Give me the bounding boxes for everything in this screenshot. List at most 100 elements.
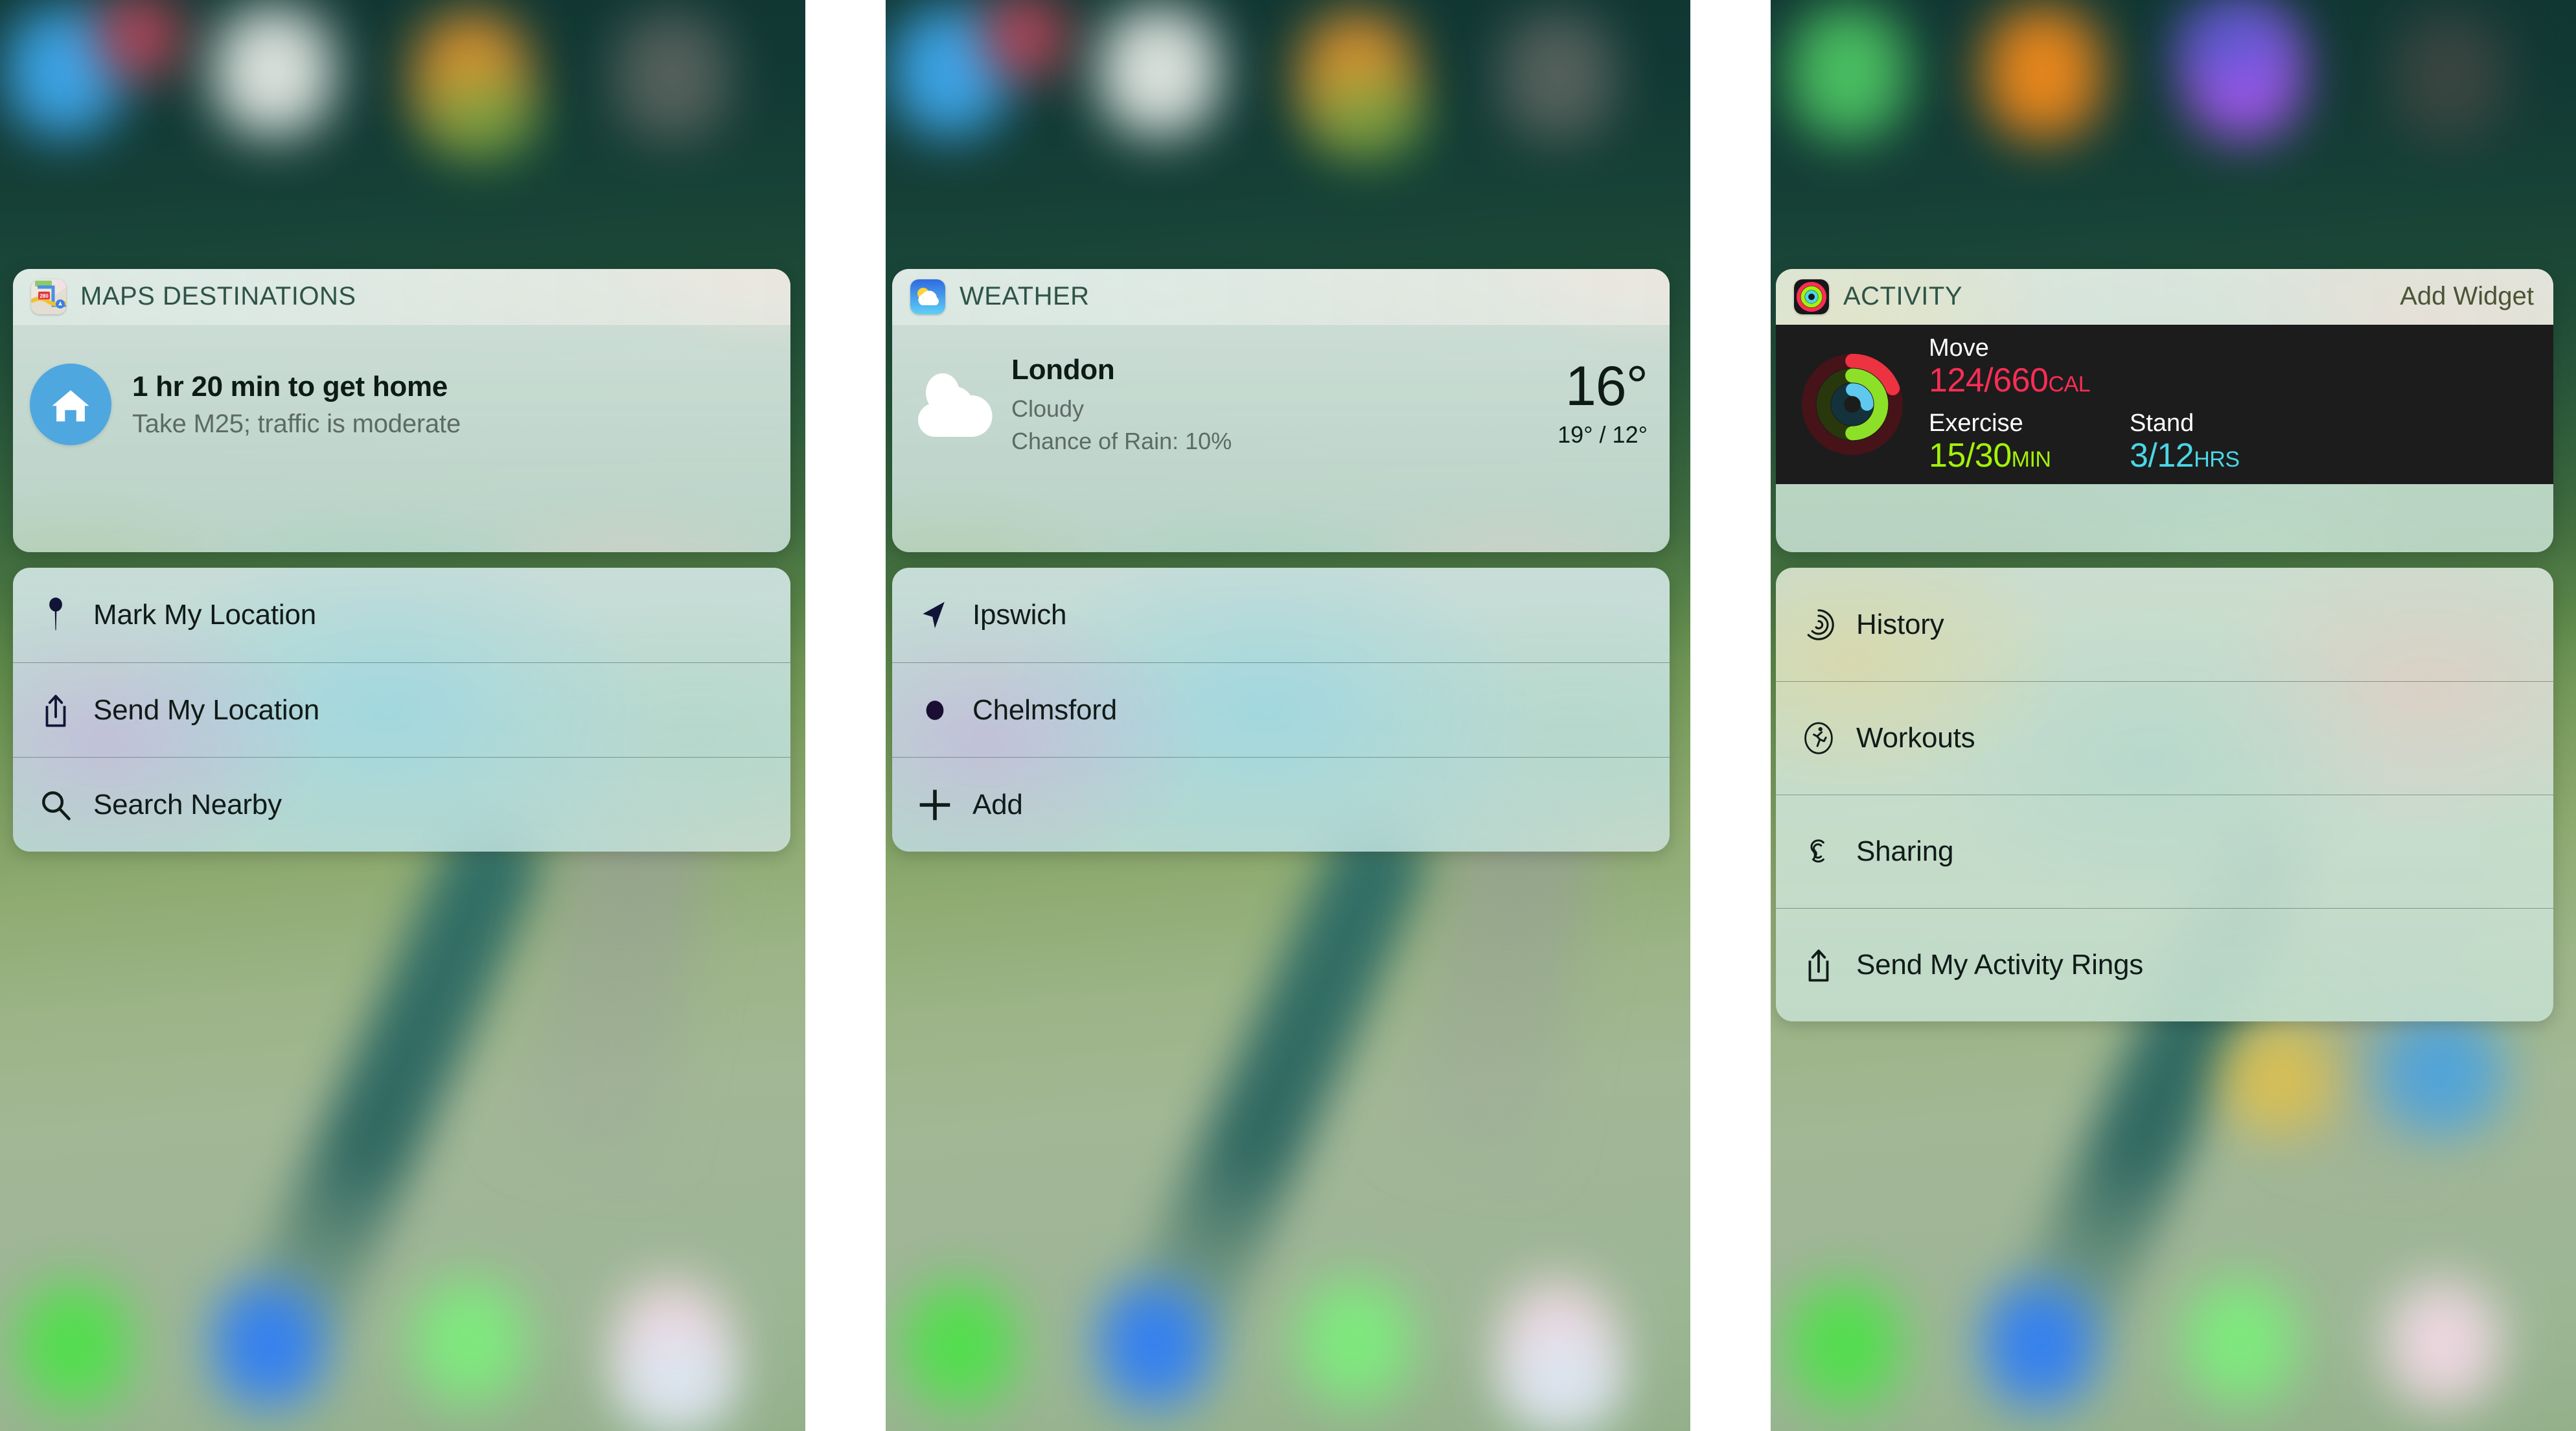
add-widget-button[interactable]: Add Widget: [2400, 282, 2534, 311]
activity-widget-card[interactable]: ACTIVITY Add Widget Move 124/660CAL Exer…: [1776, 269, 2553, 552]
action-item-ipswich[interactable]: Ipswich: [892, 568, 1670, 662]
location-arrow-icon: [912, 598, 958, 632]
blurred-dock-icon: [2386, 1280, 2500, 1406]
activity-exercise-number: 15/30: [1929, 437, 2012, 474]
sharing-icon: [1795, 835, 1842, 868]
activity-exercise-block: Exercise 15/30MIN: [1929, 410, 2130, 474]
blurred-app-icon: [97, 0, 181, 78]
blurred-app-icon: [1313, 78, 1423, 162]
activity-move-label: Move: [1929, 334, 1989, 362]
action-item-chelmsford[interactable]: Chelmsford: [892, 662, 1670, 757]
action-label: History: [1856, 608, 1944, 640]
runner-icon: [1795, 721, 1842, 755]
weather-widget-card[interactable]: WEATHER London Cloudy Chance of Rain: 10…: [892, 269, 1670, 552]
blurred-app-icon: [1984, 6, 2101, 139]
action-item-mark-my-location[interactable]: Mark My Location: [13, 568, 790, 662]
search-icon: [32, 789, 79, 821]
blurred-app-icon: [428, 78, 538, 162]
action-label: Search Nearby: [93, 788, 282, 820]
blurred-dock-icon: [1508, 1335, 1618, 1431]
weather-rain-chance: Chance of Rain: 10%: [1011, 428, 1232, 454]
activity-rings-outline-icon: [1795, 608, 1842, 642]
blurred-dock-icon: [2224, 1024, 2334, 1134]
activity-move-unit: CAL: [2048, 371, 2091, 397]
blurred-app-icon: [983, 0, 1067, 78]
cloud-icon: [909, 366, 997, 443]
widget-title: MAPS DESTINATIONS: [80, 282, 356, 310]
dot-icon: [912, 696, 958, 725]
panel-gap-1: [805, 0, 886, 1431]
maps-eta-text: 1 hr 20 min to get home: [132, 370, 448, 402]
blurred-app-icon: [214, 6, 334, 136]
plus-icon: [912, 787, 958, 823]
action-item-send-my-activity-rings[interactable]: Send My Activity Rings: [1776, 908, 2553, 1021]
blurred-dock-icon: [2380, 1011, 2503, 1134]
weather-temperature: 16°: [1565, 355, 1648, 418]
weather-high-low: 19° / 12°: [1558, 421, 1648, 448]
activity-action-list: History Workouts Sharing Send My Activit…: [1776, 568, 2553, 1021]
blurred-app-icon: [2393, 13, 2506, 139]
action-label: Sharing: [1856, 835, 1954, 867]
screenshot-stage: 280 MAPS DESTINATIONS 1 hr 20 min to get…: [0, 0, 2576, 1431]
weather-condition: Cloudy: [1011, 395, 1085, 422]
widget-header-activity: ACTIVITY Add Widget: [1776, 269, 2553, 325]
action-item-add[interactable]: Add: [892, 757, 1670, 852]
widget-title: WEATHER: [960, 282, 1090, 310]
blurred-dock-icon: [905, 1283, 1015, 1406]
activity-stand-block: Stand 3/12HRS: [2130, 410, 2240, 474]
blurred-app-icon: [615, 13, 729, 139]
action-item-workouts[interactable]: Workouts: [1776, 681, 2553, 795]
activity-stand-value: 3/12HRS: [2130, 437, 2240, 474]
pin-icon: [32, 596, 79, 634]
weather-app-icon: [910, 279, 945, 314]
action-label: Chelmsford: [972, 693, 1117, 726]
blurred-dock-icon: [1099, 1283, 1210, 1406]
home-icon: [30, 364, 111, 445]
panel-gap-2: [1690, 0, 1771, 1431]
blurred-app-icon: [1501, 13, 1615, 139]
weather-widget-body[interactable]: London Cloudy Chance of Rain: 10% 16° 19…: [892, 325, 1670, 484]
activity-exercise-label: Exercise: [1929, 410, 2023, 437]
action-item-send-my-location[interactable]: Send My Location: [13, 662, 790, 757]
activity-exercise-unit: MIN: [2011, 447, 2051, 472]
activity-stand-label: Stand: [2130, 410, 2194, 437]
weather-action-list: Ipswich Chelmsford Add: [892, 568, 1670, 852]
action-label: Ipswich: [972, 599, 1067, 631]
action-item-sharing[interactable]: Sharing: [1776, 795, 2553, 908]
blurred-app-icon: [2179, 0, 2283, 78]
action-item-search-nearby[interactable]: Search Nearby: [13, 757, 790, 852]
share-icon: [1795, 948, 1842, 983]
maps-widget-body[interactable]: 1 hr 20 min to get home Take M25; traffi…: [13, 325, 790, 484]
blurred-dock-icon: [19, 1283, 130, 1406]
blurred-dock-icon: [1790, 1283, 1900, 1406]
activity-move-number: 124/660: [1929, 361, 2049, 399]
phone-screen-weather: WEATHER London Cloudy Chance of Rain: 10…: [886, 0, 1690, 1431]
widget-title: ACTIVITY: [1843, 282, 1963, 310]
activity-stand-unit: HRS: [2194, 447, 2240, 472]
maps-action-list: Mark My Location Send My Location Search…: [13, 568, 790, 852]
activity-exercise-value: 15/30MIN: [1929, 437, 2130, 474]
share-icon: [32, 693, 79, 728]
widget-header-weather: WEATHER: [892, 269, 1670, 325]
blurred-dock-icon: [415, 1280, 525, 1403]
action-item-history[interactable]: History: [1776, 568, 2553, 681]
blurred-dock-icon: [214, 1283, 324, 1406]
activity-rings-icon: [1798, 350, 1907, 459]
blurred-dock-icon: [1984, 1283, 2095, 1406]
activity-move-value: 124/660CAL: [1929, 362, 2534, 399]
maps-widget-card[interactable]: 280 MAPS DESTINATIONS 1 hr 20 min to get…: [13, 269, 790, 552]
action-label: Send My Location: [93, 693, 320, 726]
phone-screen-maps: 280 MAPS DESTINATIONS 1 hr 20 min to get…: [0, 0, 805, 1431]
maps-detail-text: Take M25; traffic is moderate: [132, 409, 461, 438]
activity-widget-body[interactable]: Move 124/660CAL Exercise 15/30MIN Stand …: [1776, 325, 2553, 484]
weather-city: London: [1011, 354, 1115, 386]
phone-screen-activity: ACTIVITY Add Widget Move 124/660CAL Exer…: [1771, 0, 2576, 1431]
blurred-app-icon: [1099, 6, 1219, 136]
action-label: Send My Activity Rings: [1856, 949, 2144, 981]
action-label: Mark My Location: [93, 599, 317, 631]
blurred-dock-icon: [2185, 1280, 2295, 1403]
action-label: Workouts: [1856, 722, 1975, 754]
blurred-app-icon: [1790, 6, 1907, 139]
maps-app-icon: 280: [31, 279, 66, 314]
svg-text:280: 280: [40, 293, 49, 299]
